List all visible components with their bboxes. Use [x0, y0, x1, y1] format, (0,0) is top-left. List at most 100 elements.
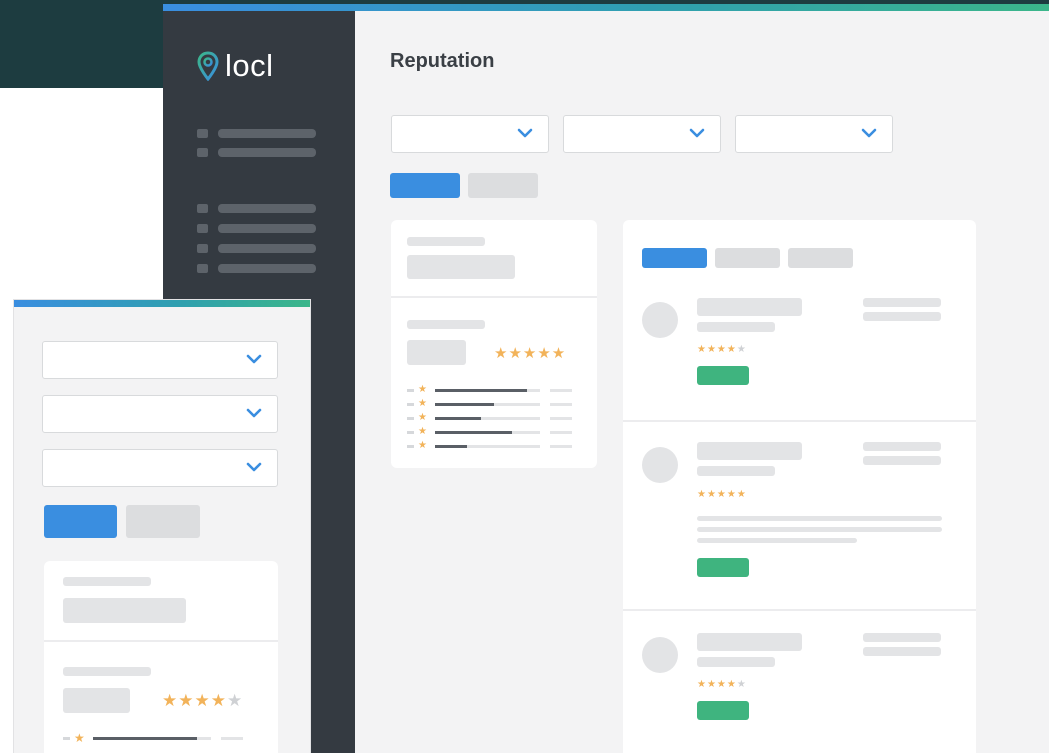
nav-icon: [197, 129, 208, 138]
distribution-bar: [434, 402, 540, 406]
review-item[interactable]: ★★★★★: [623, 615, 976, 745]
distribution-bar: [92, 736, 211, 740]
rating-summary-card: ★★★★★ ★ ★ ★ ★ ★: [391, 220, 597, 468]
card-label: [407, 237, 485, 246]
row-marker: [407, 430, 414, 434]
review-text-line: [697, 538, 857, 543]
tab-positive[interactable]: [715, 248, 780, 268]
rating-stars: ★★★★★: [494, 345, 567, 362]
row-marker: [407, 416, 414, 420]
star-icon: ★: [418, 426, 427, 437]
chevron-down-icon: [861, 128, 877, 138]
review-source: [863, 312, 941, 321]
rating-stars: ★★★★★: [162, 691, 243, 710]
reply-badge[interactable]: [697, 366, 749, 385]
reset-button[interactable]: [468, 173, 538, 198]
review-stars: ★★★★★: [697, 489, 747, 500]
review-stars: ★★★★★: [697, 344, 746, 355]
row-marker: [63, 736, 70, 740]
distribution-bar-fill: [434, 430, 512, 434]
review-item[interactable]: ★★★★★: [623, 286, 976, 422]
divider: [44, 640, 278, 642]
distribution-bar-fill: [92, 736, 197, 740]
sidebar-item[interactable]: [197, 204, 316, 213]
filter-select[interactable]: [42, 341, 278, 379]
chevron-down-icon: [517, 128, 533, 138]
sidebar-item[interactable]: [197, 224, 316, 233]
logo-text: locl: [225, 48, 274, 83]
rating-score: [63, 688, 130, 713]
rating-label: [63, 667, 151, 676]
rating-score: [407, 340, 466, 365]
window-accent-bar: [14, 300, 310, 307]
star-icon: ★: [418, 384, 427, 395]
star-icon: ★: [418, 412, 427, 423]
nav-icon: [197, 204, 208, 213]
divider: [623, 609, 976, 611]
distribution-bar-fill: [434, 444, 467, 448]
review-item[interactable]: ★★★★★: [623, 421, 976, 611]
logo[interactable]: locl: [197, 48, 274, 84]
sidebar-item[interactable]: [197, 244, 316, 253]
card-value: [407, 255, 515, 279]
tab-all[interactable]: [642, 248, 707, 268]
distribution-bar-fill: [434, 388, 527, 392]
review-source: [863, 647, 941, 656]
reviewer-name: [697, 633, 802, 651]
review-date: [697, 322, 775, 332]
rating-label: [407, 320, 485, 329]
distribution-bar: [434, 430, 540, 434]
apply-button[interactable]: [390, 173, 460, 198]
page-title: Reputation: [390, 50, 495, 72]
distribution-bar-fill: [434, 416, 481, 420]
filter-select[interactable]: [42, 395, 278, 433]
card-value: [63, 598, 186, 623]
rating-summary-card: ★★★★★ ★: [44, 561, 278, 753]
sidebar-item[interactable]: [197, 129, 316, 138]
window-accent-bar: [163, 4, 1049, 11]
distribution-count: [549, 444, 572, 448]
reviewer-name: [697, 298, 802, 316]
divider: [391, 296, 597, 298]
reply-badge[interactable]: [697, 558, 749, 577]
distribution-count: [549, 388, 572, 392]
distribution-row: ★: [63, 731, 263, 745]
filter-select[interactable]: [42, 449, 278, 487]
row-marker: [407, 388, 414, 392]
chevron-down-icon: [689, 128, 705, 138]
reviews-card: ★★★★★ ★★★★★ ★★★★★: [623, 220, 976, 753]
review-source: [863, 298, 941, 307]
tab-negative[interactable]: [788, 248, 853, 268]
review-text-line: [697, 527, 942, 532]
distribution-row: ★: [407, 397, 587, 411]
distribution-bar: [434, 416, 540, 420]
sidebar-item-label: [218, 129, 316, 138]
sidebar-item-label: [218, 264, 316, 273]
sidebar-item-label: [218, 148, 316, 157]
review-date: [697, 466, 775, 476]
nav-icon: [197, 148, 208, 157]
filter-select[interactable]: [391, 115, 549, 153]
filter-select[interactable]: [563, 115, 721, 153]
nav-icon: [197, 264, 208, 273]
sidebar-item[interactable]: [197, 264, 316, 273]
chevron-down-icon: [246, 462, 262, 472]
apply-button[interactable]: [44, 505, 117, 538]
reviewer-name: [697, 442, 802, 460]
row-marker: [407, 444, 414, 448]
reply-badge[interactable]: [697, 701, 749, 720]
chevron-down-icon: [246, 354, 262, 364]
card-label: [63, 577, 151, 586]
avatar: [642, 447, 678, 483]
reset-button[interactable]: [126, 505, 200, 538]
rating-distribution: ★ ★ ★ ★ ★: [407, 383, 587, 458]
nav-icon: [197, 244, 208, 253]
avatar: [642, 637, 678, 673]
sidebar-item-label: [218, 224, 316, 233]
filter-select[interactable]: [735, 115, 893, 153]
distribution-count: [549, 402, 572, 406]
row-marker: [407, 402, 414, 406]
rating-distribution: ★: [63, 731, 263, 753]
sidebar-item[interactable]: [197, 148, 316, 157]
sidebar-item-label: [218, 204, 316, 213]
